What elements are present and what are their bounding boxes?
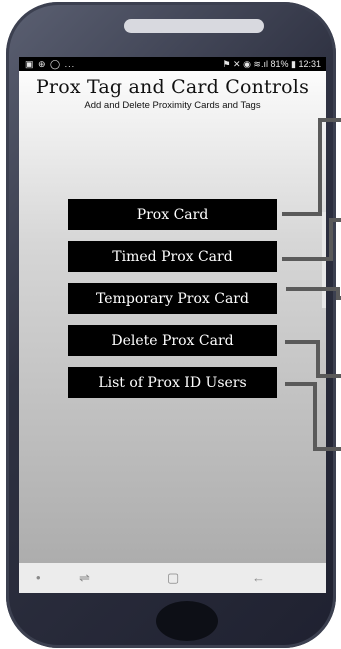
connector-line-temporary-prox-card: [286, 287, 341, 300]
connector-line-delete-prox-card: [285, 340, 341, 378]
connector-line-timed-prox-card: [282, 218, 341, 261]
physical-home-button[interactable]: [156, 601, 218, 641]
connector-line-list-prox-id-users: [285, 382, 341, 451]
connector-line-prox-card: [282, 118, 341, 216]
connector-lines: [282, 118, 341, 451]
